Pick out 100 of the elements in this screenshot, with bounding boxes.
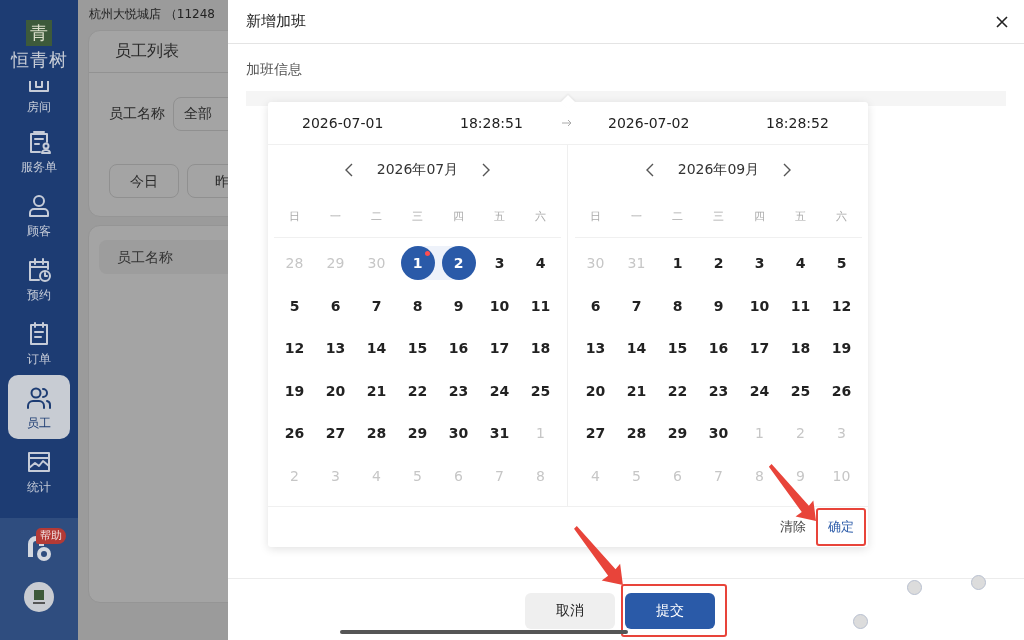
calendar-day[interactable]: 9 (708, 295, 729, 316)
calendar-day[interactable]: 23 (708, 380, 729, 401)
weekday-label: 二 (672, 208, 683, 224)
submit-button[interactable]: 提交 (625, 593, 715, 629)
calendar-day[interactable]: 22 (407, 380, 428, 401)
calendar-day[interactable]: 19 (831, 338, 852, 359)
calendar-day[interactable]: 18 (790, 338, 811, 359)
nav-item[interactable]: 服务单 (8, 119, 70, 183)
calendar-day[interactable]: 10 (489, 295, 510, 316)
calendar-day[interactable]: 17 (749, 338, 770, 359)
calendar-day[interactable]: 30 (708, 423, 729, 444)
logo-tile: 青 (26, 20, 52, 46)
calendar-day[interactable]: 10 (749, 295, 770, 316)
touch-point-icon (971, 575, 986, 590)
calendar-day[interactable]: 2 (441, 246, 476, 281)
help-badge: 帮助 (36, 528, 66, 544)
calendar-day[interactable]: 28 (626, 423, 647, 444)
calendar-day[interactable]: 8 (667, 295, 688, 316)
chevron-right-icon (783, 163, 792, 177)
end-time[interactable]: 18:28:52 (766, 115, 829, 131)
calendar-day[interactable]: 8 (407, 295, 428, 316)
calendar-day[interactable]: 20 (325, 380, 346, 401)
store-name: 杭州大悦城店 （11248 (88, 6, 216, 22)
calendar-day[interactable]: 9 (448, 295, 469, 316)
weekday-label: 二 (371, 208, 382, 224)
chevron-left-icon (645, 163, 654, 177)
calendar-day[interactable]: 27 (585, 423, 606, 444)
calendar-day[interactable]: 27 (325, 423, 346, 444)
calendar-day[interactable]: 1 (667, 253, 688, 274)
month-title: 2026年07月 (376, 161, 459, 179)
calendar-day[interactable]: 1 (400, 246, 435, 281)
today-dot (424, 251, 430, 257)
calendar-day[interactable]: 6 (585, 295, 606, 316)
nav-item[interactable]: 订单 (8, 311, 70, 375)
chevron-left-icon (344, 163, 353, 177)
end-date[interactable]: 2026-07-02 (608, 115, 690, 131)
table-header: 员工名称 (99, 240, 228, 274)
start-time[interactable]: 18:28:51 (460, 115, 523, 131)
calendar-day[interactable]: 12 (831, 295, 852, 316)
date-button[interactable]: 今日 (109, 164, 179, 198)
calendar-day[interactable]: 13 (585, 338, 606, 359)
calendar-day[interactable]: 14 (626, 338, 647, 359)
calendar-day[interactable]: 11 (790, 295, 811, 316)
calendar-day[interactable]: 24 (489, 380, 510, 401)
month-title: 2026年09月 (677, 161, 760, 179)
calendar-day[interactable]: 16 (448, 338, 469, 359)
calendar-day[interactable]: 4 (530, 253, 551, 274)
calendar-day[interactable]: 21 (366, 380, 387, 401)
calendar-day[interactable]: 31 (489, 423, 510, 444)
drawer-title: 新增加班 (246, 12, 306, 31)
calendar-day[interactable]: 15 (407, 338, 428, 359)
calendar-day[interactable]: 28 (366, 423, 387, 444)
calendar-day[interactable]: 5 (284, 295, 305, 316)
calendar-day[interactable]: 23 (448, 380, 469, 401)
calendar-day[interactable]: 14 (366, 338, 387, 359)
tab[interactable]: 员工列表 (115, 41, 179, 62)
calendar-day[interactable]: 16 (708, 338, 729, 359)
calendar-day[interactable]: 4 (790, 253, 811, 274)
calendar-day[interactable]: 29 (667, 423, 688, 444)
calendar-day[interactable]: 29 (407, 423, 428, 444)
weekday-label: 五 (494, 208, 505, 224)
close-icon (996, 15, 1008, 28)
calendar-day[interactable]: 20 (585, 380, 606, 401)
calendar-day[interactable]: 12 (284, 338, 305, 359)
avatar-icon (24, 582, 54, 612)
nav-item[interactable]: 预约 (8, 247, 70, 311)
calendar-day[interactable]: 22 (667, 380, 688, 401)
calendar-day[interactable]: 7 (366, 295, 387, 316)
clear-button[interactable]: 清除 (776, 510, 810, 544)
calendar-day[interactable]: 3 (749, 253, 770, 274)
nav-item[interactable]: 员工 (8, 375, 70, 439)
calendar-day[interactable]: 13 (325, 338, 346, 359)
nav-item[interactable]: 房间 (8, 75, 70, 119)
calendar-day[interactable]: 19 (284, 380, 305, 401)
calendar-day[interactable]: 11 (530, 295, 551, 316)
calendar-day[interactable]: 3 (489, 253, 510, 274)
calendar-day[interactable]: 15 (667, 338, 688, 359)
calendar-day[interactable]: 24 (749, 380, 770, 401)
chevron-right-icon (482, 163, 491, 177)
weekday-label: 四 (754, 208, 765, 224)
section-label: 加班信息 (245, 60, 303, 78)
nav-item[interactable]: 统计 (8, 439, 70, 503)
calendar-day[interactable]: 25 (530, 380, 551, 401)
cancel-button[interactable]: 取消 (525, 593, 615, 629)
calendar-day[interactable]: 26 (284, 423, 305, 444)
filter-label: 员工名称 (109, 105, 165, 123)
calendar-day[interactable]: 30 (448, 423, 469, 444)
calendar-day[interactable]: 6 (325, 295, 346, 316)
person-icon (26, 192, 52, 219)
calendar-day[interactable]: 21 (626, 380, 647, 401)
calendar-day[interactable]: 18 (530, 338, 551, 359)
calendar-day[interactable]: 17 (489, 338, 510, 359)
calendar-day[interactable]: 5 (831, 253, 852, 274)
calendar-day[interactable]: 26 (831, 380, 852, 401)
calendar-day[interactable]: 7 (626, 295, 647, 316)
confirm-button[interactable]: 确定 (824, 510, 858, 544)
nav-item[interactable]: 顾客 (8, 183, 70, 247)
calendar-day[interactable]: 25 (790, 380, 811, 401)
start-date[interactable]: 2026-07-01 (302, 115, 384, 131)
calendar-day[interactable]: 2 (708, 253, 729, 274)
